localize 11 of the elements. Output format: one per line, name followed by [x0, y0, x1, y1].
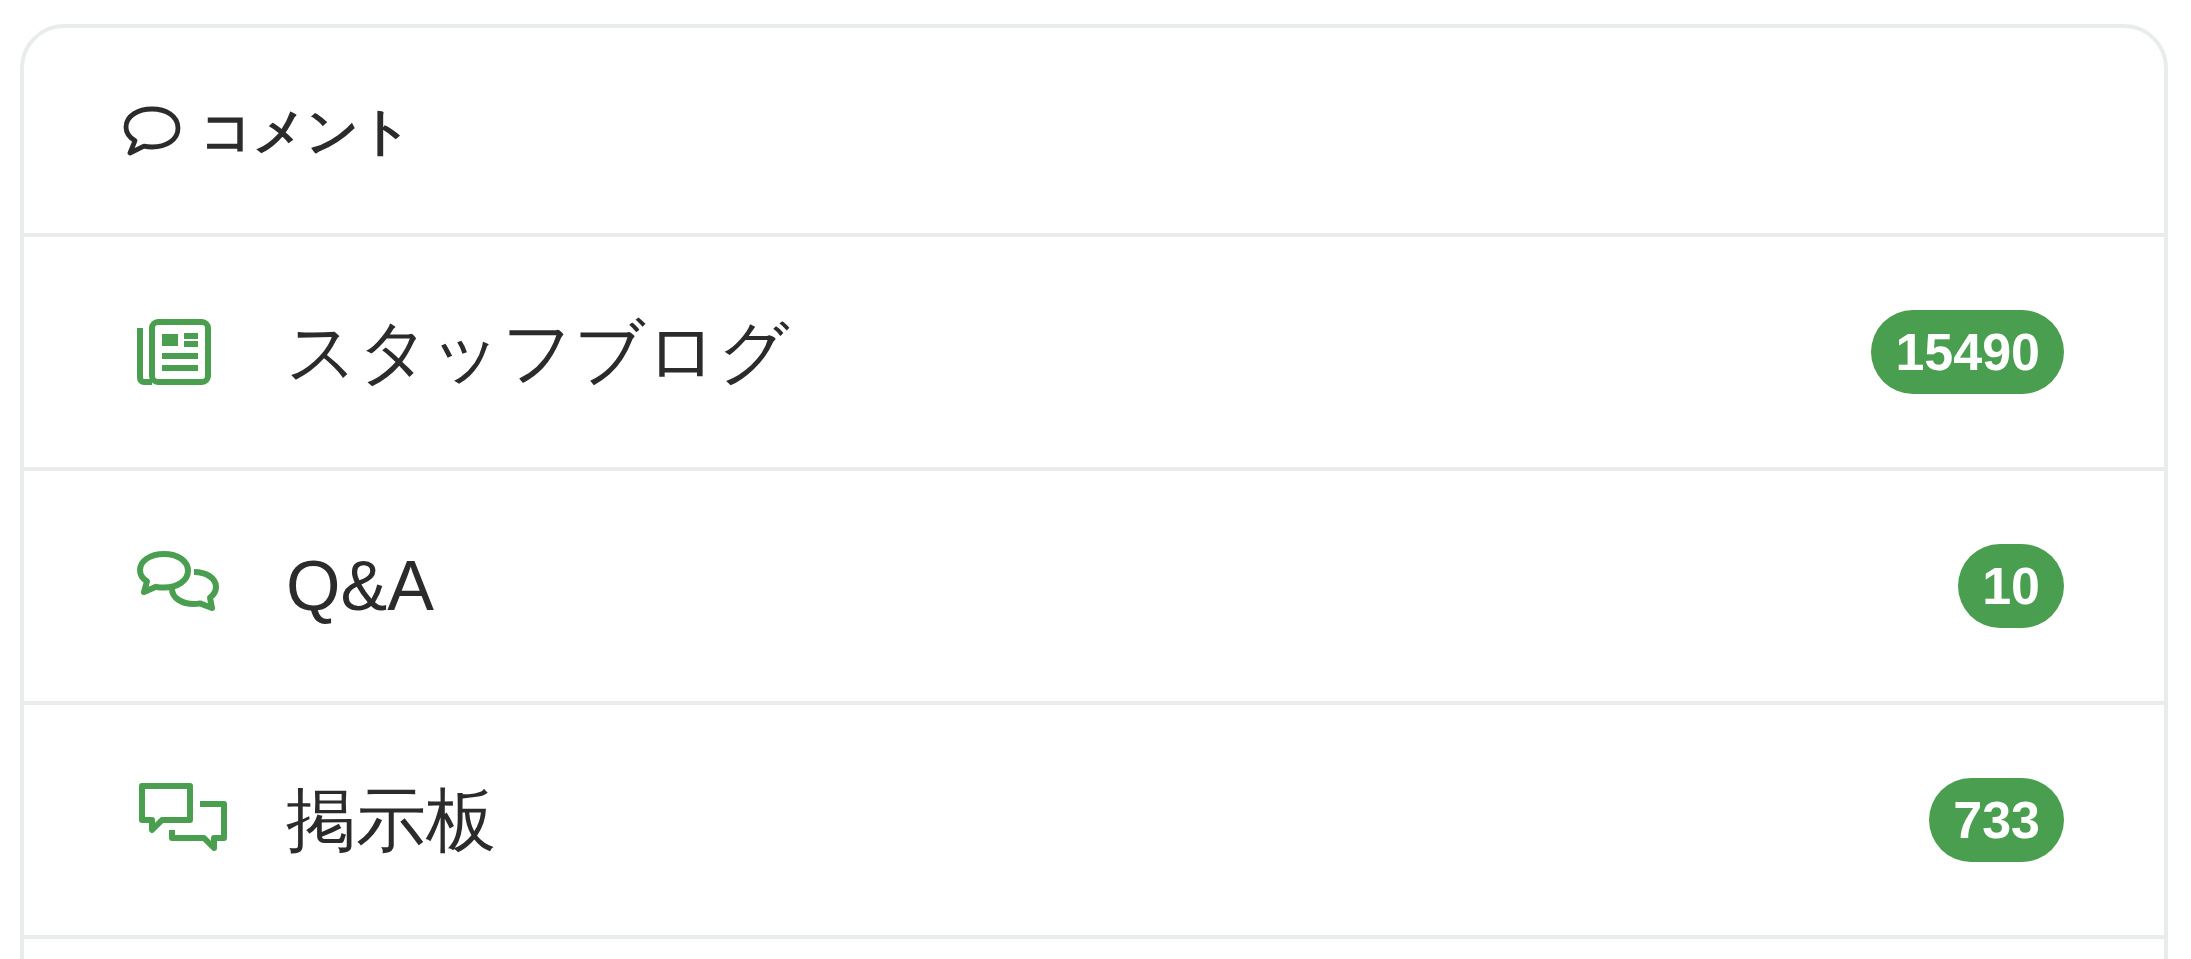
- list-item[interactable]: スタッフブログ 15490: [24, 237, 2164, 471]
- item-label: 掲示板: [286, 779, 497, 861]
- item-label: スタッフブログ: [286, 311, 791, 393]
- header-title: コメント: [200, 100, 412, 162]
- count-badge: 10: [1958, 544, 2064, 628]
- list-item[interactable]: Q&A 10: [24, 471, 2164, 705]
- list-item[interactable]: 掲示板 733: [24, 705, 2164, 939]
- count-badge: 733: [1929, 778, 2064, 862]
- count-badge: 15490: [1871, 310, 2064, 394]
- newspaper-icon: [134, 318, 212, 386]
- item-label: Q&A: [286, 545, 435, 627]
